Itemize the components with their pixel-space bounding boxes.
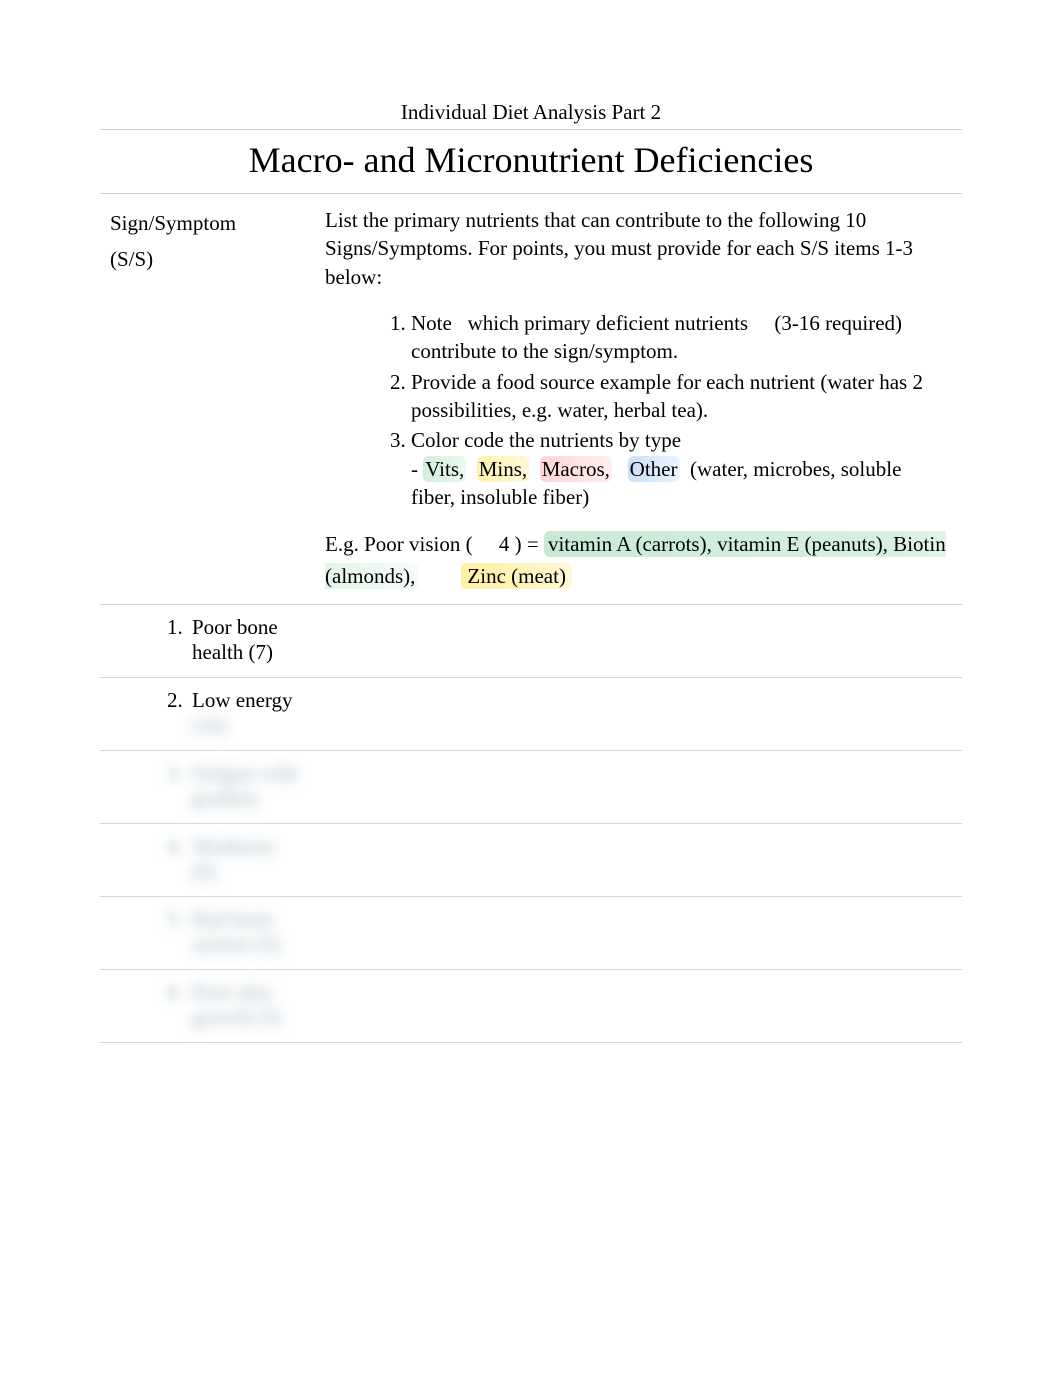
row-number-list: Poor skin growth (3) [110, 980, 305, 1030]
row-label: Poor bone health (7) [188, 615, 305, 665]
instruction-list: Note which primary deficient nutrients (… [325, 309, 948, 511]
row-text: Weakness (6) [192, 834, 275, 883]
rows-container: Poor bone health (7) Low energy(16) Fatigu… [100, 605, 962, 1043]
table-row: Bad heart system (5) [100, 897, 962, 970]
row-right-cell [315, 678, 962, 750]
table-row: Low energy(16) [100, 678, 962, 751]
row-text: Poor skin growth (3) [192, 980, 281, 1029]
instruction-item-3: Color code the nutrients by type - Vits,… [411, 426, 948, 511]
document-root: Individual Diet Analysis Part 2 Macro- a… [100, 100, 962, 1043]
document-subtitle: Individual Diet Analysis Part 2 [100, 100, 962, 130]
highlight-macros: Macros, [540, 456, 612, 482]
row-left-cell: Poor bone health (7) [100, 605, 315, 677]
example-line: E.g. Poor vision ( 4 ) = vitamin A (carr… [325, 529, 948, 592]
row-text: Fatigue with goallots [192, 761, 298, 810]
intro-text: List the primary nutrients that can cont… [325, 206, 948, 291]
example-mid: ) = [515, 532, 544, 556]
row-right-cell [315, 824, 962, 896]
highlight-vits: Vits, [423, 456, 466, 482]
main-heading: Macro- and Micronutrient Deficiencies [100, 130, 962, 194]
highlight-mins: Mins, [477, 456, 529, 482]
table-row: Poor skin growth (3) [100, 970, 962, 1043]
row-number-list: Poor bone health (7) [110, 615, 305, 665]
example-yellow: Zinc (meat) [461, 563, 572, 589]
table-row: Weakness (6) [100, 824, 962, 897]
ss-label-line2: (S/S) [110, 242, 307, 278]
row-left-cell: Bad heart system (5) [100, 897, 315, 969]
row-right-cell [315, 605, 962, 677]
row-label: Bad heart system (5) [188, 907, 305, 957]
example-pre: E.g. Poor vision ( [325, 532, 473, 556]
row-text-tail: (16) [192, 713, 305, 738]
row-number-list: Fatigue with goallots [110, 761, 305, 811]
row-left-cell: Poor skin growth (3) [100, 970, 315, 1042]
example-count: 4 [499, 532, 510, 556]
sign-symptom-header: Sign/Symptom (S/S) [100, 194, 315, 604]
highlight-other: Other [628, 456, 680, 482]
instruction-item-1: Note which primary deficient nutrients (… [411, 309, 948, 366]
instruction-item-2: Provide a food source example for each n… [411, 368, 948, 425]
row-text: Bad heart system (5) [192, 907, 280, 956]
row-label: Poor skin growth (3) [188, 980, 305, 1030]
table-row: Fatigue with goallots [100, 751, 962, 824]
row-left-cell: Low energy(16) [100, 678, 315, 750]
inst1-pre: Note [411, 311, 457, 335]
row-right-cell [315, 970, 962, 1042]
row-label: Weakness (6) [188, 834, 305, 884]
table-row: Poor bone health (7) [100, 605, 962, 678]
row-text: Low energy [192, 688, 293, 712]
row-number-list: Bad heart system (5) [110, 907, 305, 957]
instructions-cell: List the primary nutrients that can cont… [315, 194, 962, 604]
row-label: Low energy(16) [188, 688, 305, 738]
row-right-cell [315, 751, 962, 823]
row-label: Fatigue with goallots [188, 761, 305, 811]
inst1-mid: which primary deficient nutrients [468, 311, 749, 335]
inst3-pre: Color code the nutrients by type [411, 428, 681, 452]
instructions-row: Sign/Symptom (S/S) List the primary nutr… [100, 194, 962, 605]
ss-label-line1: Sign/Symptom [110, 206, 307, 242]
row-left-cell: Fatigue with goallots [100, 751, 315, 823]
row-right-cell [315, 897, 962, 969]
row-number-list: Weakness (6) [110, 834, 305, 884]
inst3-dash: - [411, 457, 423, 481]
row-left-cell: Weakness (6) [100, 824, 315, 896]
row-number-list: Low energy(16) [110, 688, 305, 738]
